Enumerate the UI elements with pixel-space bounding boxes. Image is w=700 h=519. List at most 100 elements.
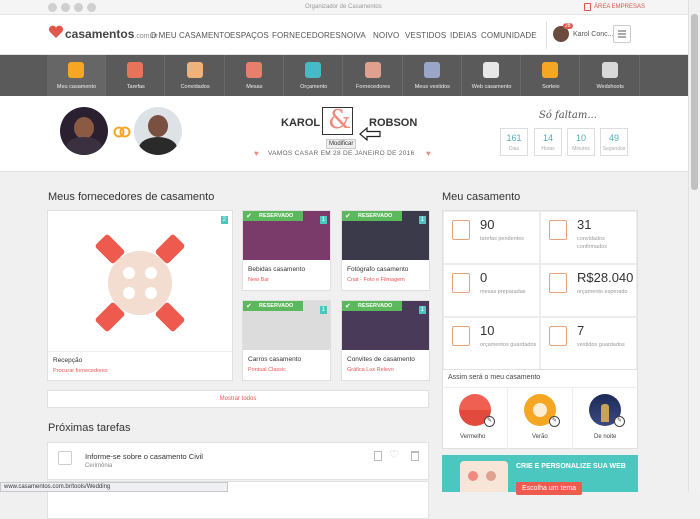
stat-card[interactable]: 0 mesas preparadas (443, 264, 540, 317)
calendar-icon[interactable] (374, 451, 382, 461)
tool-clipboard[interactable]: Tarefas (106, 55, 166, 96)
tool-table[interactable]: Mesas (225, 55, 284, 96)
vendor-badge: 1 (319, 306, 327, 314)
tool-label: Mesas (246, 84, 263, 90)
stat-label: mesas preparadas (480, 289, 526, 295)
edit-couple-button[interactable]: & (322, 105, 353, 135)
style-color-label: Vermelho (460, 434, 486, 440)
tool-dress[interactable]: Meus vestidos (403, 55, 462, 96)
vendor-badge: 1 (319, 216, 327, 224)
nav-venues[interactable]: ESPAÇOS (230, 31, 269, 40)
monitor-icon (483, 62, 500, 78)
search-vendors-link[interactable]: Procurar fornecedores (53, 368, 108, 374)
business-area-link[interactable]: ÁREA EMPRESAS (594, 4, 645, 10)
tool-label: Orçamento (300, 84, 328, 90)
ampersand-logo: & (328, 105, 352, 135)
calculator-icon (549, 273, 567, 293)
tool-monitor[interactable]: Web casamento (462, 55, 522, 96)
stat-card[interactable]: 31 convidados confirmados (540, 211, 637, 264)
vendor-name-link[interactable]: Cnat - Foto e Filmagem (347, 277, 405, 283)
menu-button[interactable] (613, 25, 631, 43)
tasks-title: Próximas tarefas (48, 422, 131, 434)
check-icon: ✔ (246, 213, 252, 220)
book-icon (452, 326, 470, 346)
stat-card[interactable]: 90 tarefas pendentes (443, 211, 540, 264)
tool-guests[interactable]: Convidados (166, 55, 225, 96)
stat-card[interactable]: 10 orçamentos guardados (443, 317, 540, 370)
vendor-name-link[interactable]: Gráfica Lux Relevo (347, 367, 394, 373)
arrow-left-icon (359, 127, 381, 141)
dress-icon (423, 62, 440, 78)
vendor-card[interactable]: RESERVADO ✔ 1 Bebidas casamento New Bar (242, 210, 331, 291)
table-icon (452, 273, 470, 293)
nav-groom[interactable]: NOIVO (373, 31, 399, 40)
nav-vendors[interactable]: FORNECEDORES (272, 31, 341, 40)
heart-logo-icon (48, 25, 64, 38)
site-logo[interactable]: casamentos.com.br (65, 27, 158, 41)
nav-ideas[interactable]: IDEIAS (450, 31, 477, 40)
stat-value: 7 (577, 323, 585, 338)
heart-icon[interactable]: ♡ (389, 448, 399, 461)
vendor-card-reception[interactable]: 2 Recepção Procurar fornecedores (47, 210, 233, 381)
pinterest-icon[interactable] (87, 3, 96, 12)
vendor-title: Fotógrafo casamento (347, 266, 409, 273)
vendor-name-link[interactable]: Pontual Classic (248, 367, 286, 373)
edit-pencil-icon[interactable]: ✎ (614, 416, 625, 427)
stat-value: R$28.040 (577, 270, 634, 285)
show-all-vendors-button[interactable]: Mostrar todos (47, 390, 429, 408)
stat-label: convidados confirmados (577, 236, 607, 250)
header-divider (546, 21, 547, 49)
nav-dresses[interactable]: VESTIDOS (405, 31, 446, 40)
tool-book[interactable]: Fornecedores (344, 55, 403, 96)
scrollbar-thumb[interactable] (691, 14, 698, 190)
nav-community[interactable]: COMUNIDADE (481, 31, 537, 40)
countdown-hours: 14 Horas (534, 128, 562, 156)
tool-label: Meu casamento (56, 84, 97, 90)
google-plus-icon[interactable] (74, 3, 83, 12)
vendors-title: Meus fornecedores de casamento (48, 191, 215, 203)
tool-calculator[interactable]: Orçamento (284, 55, 344, 96)
user-name[interactable]: Karol Conc... (573, 31, 613, 38)
vendor-card[interactable]: RESERVADO ✔ 1 Fotógrafo casamento Cnat - Fot… (341, 210, 430, 291)
edit-pencil-icon[interactable]: ✎ (484, 416, 495, 427)
stat-value: 0 (480, 270, 488, 285)
tool-rings[interactable]: Meu casamento (47, 55, 106, 96)
task-checkbox[interactable] (58, 451, 72, 465)
reserved-tag: RESERVADO (243, 211, 303, 221)
tool-label: Convidados (180, 84, 210, 90)
tool-camera[interactable]: Wedshoots (581, 55, 640, 96)
vendor-card[interactable]: RESERVADO ✔ 1 Carros casamento Pontual Class… (242, 300, 331, 381)
vendor-card[interactable]: RESERVADO ✔ 1 Convites de casamento Gráfica … (341, 300, 430, 381)
twitter-icon[interactable] (61, 3, 70, 12)
stat-card[interactable]: R$28.040 orçamento esperado (540, 264, 637, 317)
choose-theme-button[interactable]: Escolha um tema (516, 482, 583, 495)
clipboard-icon (127, 62, 144, 78)
vendor-name-link[interactable]: New Bar (248, 277, 269, 283)
bride-avatar[interactable] (60, 107, 108, 155)
briefcase-icon (584, 3, 591, 11)
scrollbar[interactable] (688, 0, 700, 492)
heart-left-icon: ♥ (254, 149, 259, 158)
nav-bride[interactable]: NOIVA (341, 31, 366, 40)
stat-label: tarefas pendentes (480, 236, 525, 242)
web-promo-banner[interactable]: CRIE E PERSONALIZE SUA WEB Escolha um te… (442, 455, 638, 495)
facebook-icon[interactable] (48, 3, 57, 12)
edit-pencil-icon[interactable]: ✎ (549, 416, 560, 427)
task-item[interactable]: Informe-se sobre o casamento Civil Cerim… (47, 442, 429, 480)
notification-badge[interactable]: 28 (563, 23, 573, 29)
edit-tooltip: Modificar (326, 139, 357, 149)
tool-ticket[interactable]: Sorteio (521, 55, 581, 96)
groom-avatar[interactable] (134, 107, 182, 155)
ticket-icon (542, 62, 559, 78)
stat-card[interactable]: 7 vestidos guardados (540, 317, 637, 370)
nav-my-wedding[interactable]: O MEU CASAMENTO (150, 31, 230, 40)
trash-icon[interactable] (411, 451, 419, 461)
browser-status-bar: www.casamentos.com.br/tools/Wedding (0, 482, 228, 492)
partner1-name: KAROL (281, 117, 321, 129)
guests-icon (549, 220, 567, 240)
web-promo-text: CRIE E PERSONALIZE SUA WEB (516, 463, 626, 470)
style-time-label: De noite (594, 434, 617, 440)
tool-label: Fornecedores (356, 84, 390, 90)
stat-value: 10 (480, 323, 495, 338)
main-header: casamentos.com.br O MEU CASAMENTO ESPAÇO… (0, 15, 688, 55)
